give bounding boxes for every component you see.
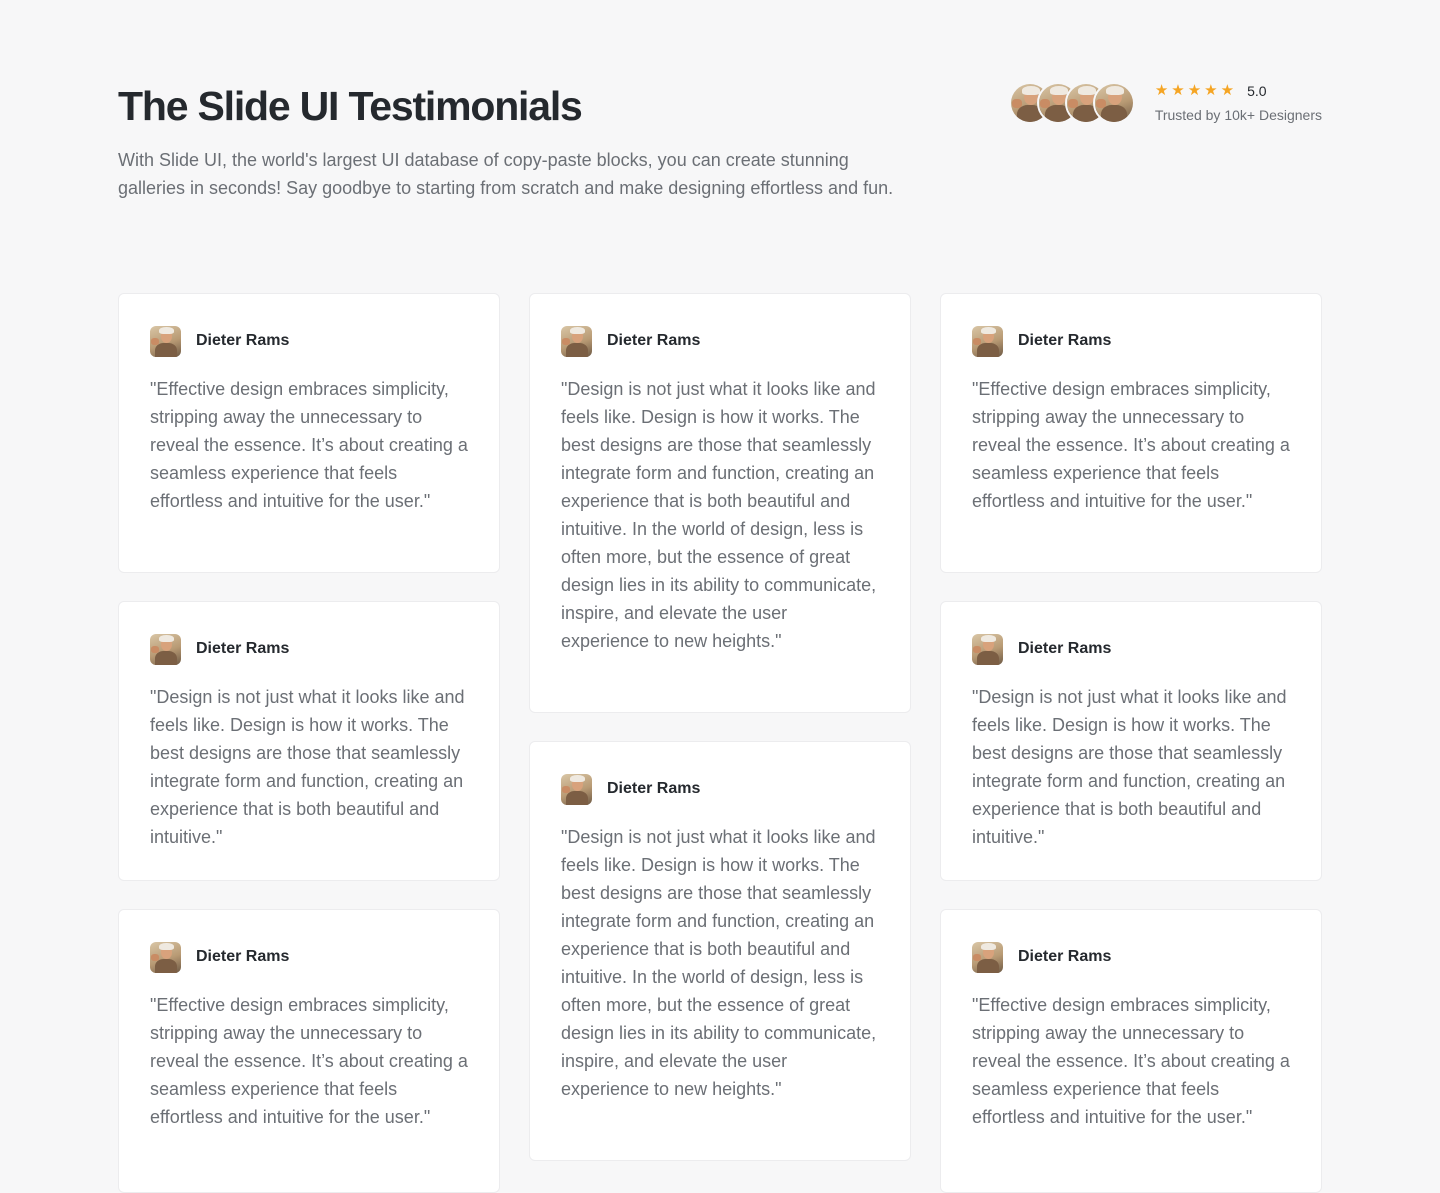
avatar — [150, 633, 181, 665]
card-header: Dieter Rams — [972, 325, 1290, 357]
avatar — [972, 633, 1003, 665]
testimonial-quote: "Effective design embraces simplicity, s… — [150, 995, 468, 1127]
star-icon: ★ — [1171, 82, 1185, 99]
card-header: Dieter Rams — [150, 325, 468, 357]
star-icon: ★ — [1204, 82, 1218, 99]
card-header: Dieter Rams — [561, 773, 879, 805]
testimonials-header: The Slide UI Testimonials With Slide UI,… — [118, 78, 1322, 202]
testimonial-quote: "Design is not just what it looks like a… — [561, 827, 877, 1099]
author-name: Dieter Rams — [607, 332, 701, 349]
testimonial-quote: "Design is not just what it looks like a… — [150, 687, 465, 847]
author-name: Dieter Rams — [196, 948, 290, 965]
card-header: Dieter Rams — [150, 633, 468, 665]
testimonials-page: The Slide UI Testimonials With Slide UI,… — [0, 0, 1440, 1193]
testimonial-card: Dieter Rams "Effective design embraces s… — [118, 293, 500, 573]
testimonial-card: Dieter Rams "Design is not just what it … — [940, 601, 1322, 881]
stars-row: ★ ★ ★ ★ ★ 5.0 — [1154, 82, 1322, 100]
testimonial-card: Dieter Rams "Effective design embraces s… — [940, 293, 1322, 573]
card-header: Dieter Rams — [972, 633, 1290, 665]
card-header: Dieter Rams — [150, 941, 468, 973]
star-icon: ★ — [1154, 82, 1169, 99]
testimonial-card: Dieter Rams "Effective design embraces s… — [118, 909, 500, 1193]
testimonial-quote: "Effective design embraces simplicity, s… — [150, 379, 468, 511]
star-icon: ★ — [1187, 82, 1202, 99]
author-name: Dieter Rams — [196, 332, 290, 349]
author-name: Dieter Rams — [607, 780, 701, 797]
author-name: Dieter Rams — [1018, 332, 1112, 349]
star-icon: ★ — [1220, 82, 1235, 99]
avatar — [561, 773, 592, 805]
author-name: Dieter Rams — [1018, 948, 1112, 965]
rating-summary: ★ ★ ★ ★ ★ 5.0 Trusted by 10k+ Designers — [1008, 82, 1322, 124]
page-subtitle: With Slide UI, the world's largest UI da… — [118, 150, 894, 198]
testimonial-card: Dieter Rams "Design is not just what it … — [529, 741, 911, 1161]
avatar — [150, 325, 181, 357]
testimonial-card: Dieter Rams "Effective design embraces s… — [940, 909, 1322, 1193]
avatar — [561, 325, 592, 357]
testimonial-quote: "Design is not just what it looks like a… — [972, 687, 1287, 847]
avatar — [150, 941, 181, 973]
card-header: Dieter Rams — [972, 941, 1290, 973]
testimonial-quote: "Effective design embraces simplicity, s… — [972, 995, 1290, 1127]
avatar — [1092, 82, 1135, 124]
testimonial-card: Dieter Rams "Design is not just what it … — [529, 293, 911, 713]
avatar — [972, 325, 1003, 357]
author-name: Dieter Rams — [1018, 640, 1112, 657]
testimonial-quote: "Design is not just what it looks like a… — [561, 379, 877, 651]
card-header: Dieter Rams — [561, 325, 879, 357]
avatar-group — [1008, 82, 1135, 124]
rating-value: 5.0 — [1247, 83, 1267, 99]
author-name: Dieter Rams — [196, 640, 290, 657]
avatar — [972, 941, 1003, 973]
testimonial-card: Dieter Rams "Design is not just what it … — [118, 601, 500, 881]
testimonial-quote: "Effective design embraces simplicity, s… — [972, 379, 1290, 511]
trusted-text: Trusted by 10k+ Designers — [1154, 107, 1322, 123]
rating-text: ★ ★ ★ ★ ★ 5.0 Trusted by 10k+ Designers — [1154, 82, 1322, 124]
